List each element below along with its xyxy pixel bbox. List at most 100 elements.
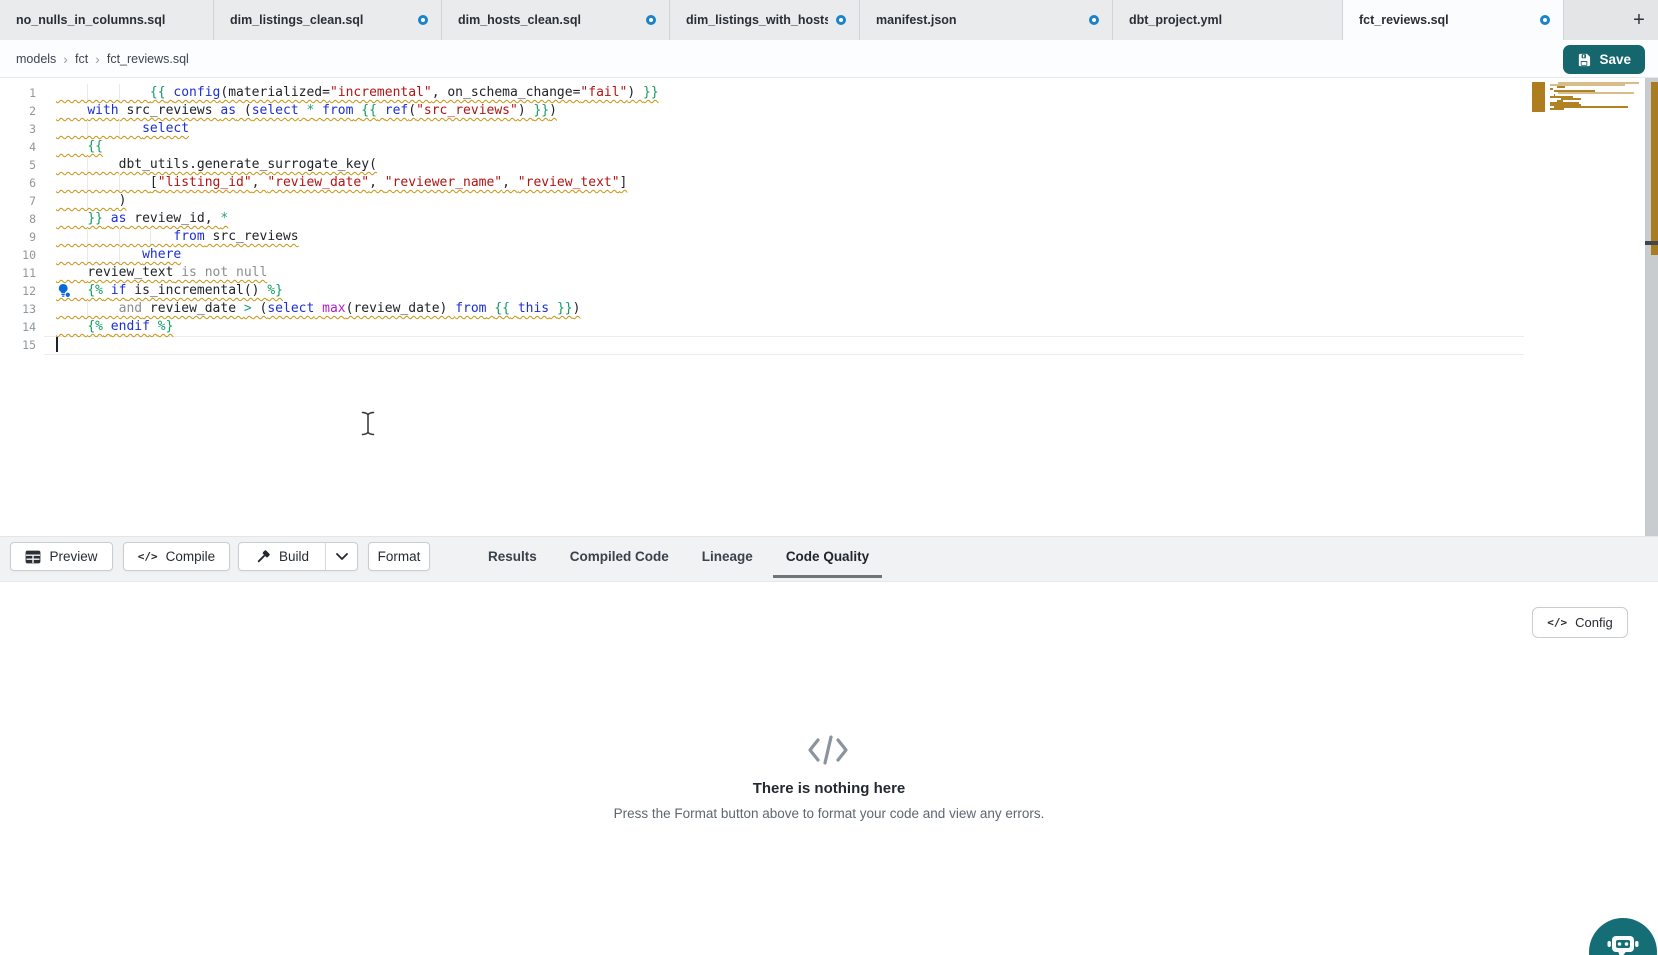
code-action-lightbulb-icon[interactable] [56,283,71,298]
code-line-text: {{ config(materialized="incremental", on… [56,84,659,102]
file-tab[interactable]: dim_listings_clean.sql [214,0,442,40]
file-tab[interactable]: manifest.json [860,0,1113,40]
code-line-text: ["listing_id", "review_date", "reviewer_… [56,174,627,192]
line-number: 10 [0,246,36,264]
empty-state-subtitle: Press the Format button above to format … [0,806,1658,821]
overview-ruler-cursor-mark [1645,241,1658,245]
line-number: 2 [0,102,36,120]
code-line[interactable]: 9 from src_reviews [0,228,1524,246]
code-line[interactable]: 5 dbt_utils.generate_surrogate_key( [0,156,1524,174]
tab-bar-tabs: no_nulls_in_columns.sql dim_listings_clea… [0,0,1564,40]
unsaved-changes-dot [1089,15,1099,25]
breadcrumb-separator-icon: › [63,52,68,66]
line-number: 4 [0,138,36,156]
compile-button[interactable]: </> Compile [123,542,230,571]
code-line[interactable]: 6 ["listing_id", "review_date", "reviewe… [0,174,1524,192]
file-tab-label: dim_hosts_clean.sql [458,13,581,27]
file-tab-bar: no_nulls_in_columns.sql dim_listings_clea… [0,0,1658,40]
chevron-down-icon [336,553,348,560]
unsaved-changes-dot [836,15,846,25]
new-tab-button[interactable]: + [1626,8,1652,32]
code-line[interactable]: 10 where [0,246,1524,264]
code-line[interactable]: 4 {{ [0,138,1524,156]
file-tab[interactable]: fct_reviews.sql [1343,0,1564,40]
overview-ruler-warnings [1651,82,1658,255]
file-tab[interactable]: dim_listings_with_hosts.sql [670,0,860,40]
config-button[interactable]: </> Config [1532,607,1628,638]
panel-tabs: ResultsCompiled CodeLineageCode Quality [475,537,882,578]
file-tab-label: no_nulls_in_columns.sql [16,13,165,27]
format-button-label: Format [378,549,421,564]
panel-tab-code-quality[interactable]: Code Quality [773,537,882,578]
text-caret [56,337,58,352]
minimap-line [1557,86,1565,88]
code-line[interactable]: 1 {{ config(materialized="incremental", … [0,84,1524,102]
minimap-warning-block [1532,82,1545,112]
unsaved-changes-dot [646,15,656,25]
file-tab[interactable]: no_nulls_in_columns.sql [0,0,214,40]
preview-table-icon [25,550,41,564]
panel-tab-compiled-code[interactable]: Compiled Code [557,537,682,578]
file-tab[interactable]: dbt_project.yml [1113,0,1343,40]
empty-state-title: There is nothing here [0,780,1658,797]
breadcrumb-segment[interactable]: models [16,52,56,66]
editor-toolbar: Preview </> Compile Build Format Results… [0,536,1658,582]
line-number: 14 [0,318,36,336]
preview-button[interactable]: Preview [10,542,113,571]
code-line[interactable]: 2 with src_reviews as (select * from {{ … [0,102,1524,120]
code-lines: 1 {{ config(materialized="incremental", … [0,84,1524,354]
line-number: 5 [0,156,36,174]
preview-button-label: Preview [49,549,97,564]
code-line[interactable]: 13 and review_date > (select max(review_… [0,300,1524,318]
code-line-text: }} as review_id, * [56,210,228,228]
code-line-text: select [56,120,189,138]
breadcrumb-segment[interactable]: fct [75,52,88,66]
file-tab-label: dim_listings_clean.sql [230,13,363,27]
empty-state-code-icon [806,732,850,773]
code-line[interactable]: 15 [0,336,1524,354]
breadcrumb-separator-icon: › [95,52,100,66]
line-number: 8 [0,210,36,228]
unsaved-changes-dot [1540,15,1550,25]
chat-robot-icon [1605,931,1641,955]
panel-tab-lineage[interactable]: Lineage [689,537,766,578]
code-line-text: {% endif %} [56,318,173,336]
line-number: 12 [0,282,36,300]
code-line-text: with src_reviews as (select * from {{ re… [56,102,557,120]
unsaved-changes-dot [418,15,428,25]
file-tab-label: manifest.json [876,13,957,27]
code-line[interactable]: 14 {% endif %} [0,318,1524,336]
code-line[interactable]: 8 }} as review_id, * [0,210,1524,228]
file-tab[interactable]: dim_hosts_clean.sql [442,0,670,40]
code-line-text: {% if is_incremental() %} [56,282,283,300]
code-editor[interactable]: 1 {{ config(materialized="incremental", … [0,78,1658,536]
code-line-text: where [56,246,181,264]
code-line[interactable]: 3 select [0,120,1524,138]
save-icon [1577,53,1591,67]
build-hammer-icon [255,549,271,565]
code-line[interactable]: 7 ) [0,192,1524,210]
editor-scrollbar[interactable] [1645,78,1658,536]
line-number: 1 [0,84,36,102]
code-line-text: dbt_utils.generate_surrogate_key( [56,156,377,174]
file-tab-label: dim_listings_with_hosts.sql [686,13,828,27]
format-button[interactable]: Format [368,542,430,571]
line-number: 11 [0,264,36,282]
build-options-dropdown-button[interactable] [325,542,358,571]
compile-button-label: Compile [166,549,216,564]
code-line-text: review_text is not null [56,264,267,282]
minimap-line [1561,98,1581,100]
breadcrumb-segment[interactable]: fct_reviews.sql [107,52,189,66]
minimap[interactable] [1532,82,1644,114]
code-line[interactable]: 12 {% if is_incremental() %} [0,282,1524,300]
save-button[interactable]: Save [1563,45,1645,74]
code-line-text: ) [56,192,126,210]
compile-code-icon: </> [138,550,158,563]
file-tab-label: fct_reviews.sql [1359,13,1449,27]
build-button[interactable]: Build [238,542,326,571]
code-line[interactable]: 11 review_text is not null [0,264,1524,282]
breadcrumb: models › fct › fct_reviews.sql [16,52,189,66]
code-quality-panel: </> Config There is nothing here Press t… [0,582,1658,955]
panel-tab-results[interactable]: Results [475,537,550,578]
build-button-label: Build [279,549,309,564]
